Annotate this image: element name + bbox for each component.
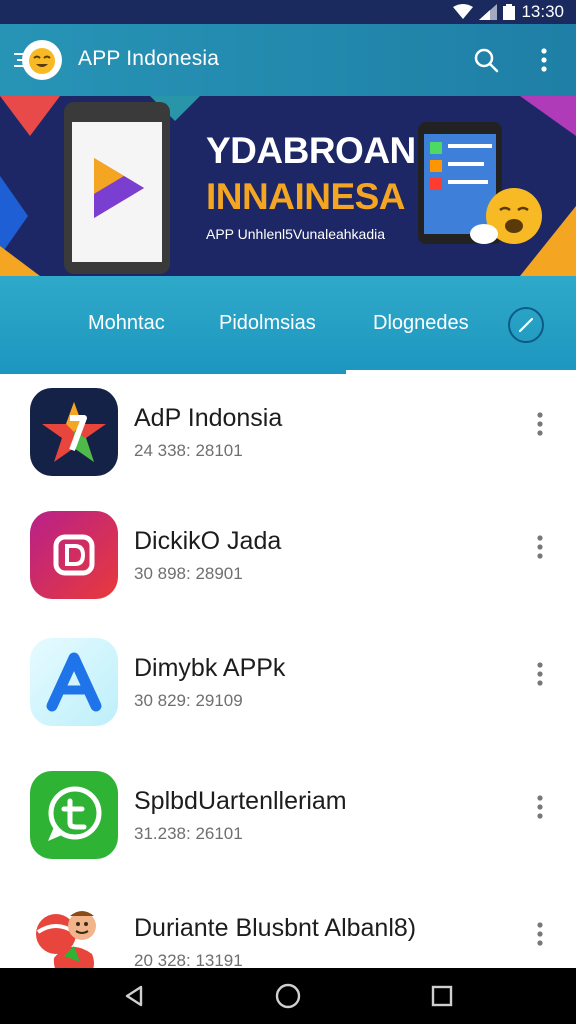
app-icon [30, 638, 118, 726]
list-item[interactable]: Dimybk APPk 30 829: 29109 [0, 624, 576, 748]
app-meta: 31.238: 26101 [134, 824, 243, 843]
tab-pidolmsias[interactable]: Pidolmsias [219, 312, 316, 335]
more-vertical-icon [537, 535, 543, 559]
back-button[interactable] [120, 982, 148, 1010]
more-vertical-icon [537, 922, 543, 946]
app-meta: 24 338: 28101 [134, 441, 243, 460]
overflow-menu-button[interactable] [530, 42, 558, 78]
chat-bubble-icon [48, 786, 102, 841]
list-item[interactable]: SplbdUartenlleriam 31.238: 26101 [0, 757, 576, 881]
signal-icon [479, 4, 498, 20]
list-item[interactable]: Duriante Blusbnt Albanl8) 20 328: 13191 [0, 884, 576, 968]
phone-illustration [64, 102, 170, 274]
app-list: AdP Indonsia 24 338: 28101 DickikO Jada … [0, 374, 576, 968]
tab-mohntac[interactable]: Mohntac [88, 312, 165, 335]
more-vertical-icon [537, 795, 543, 819]
recents-button[interactable] [428, 982, 456, 1010]
item-overflow-button[interactable] [526, 408, 554, 440]
back-triangle-icon [125, 985, 143, 1007]
app-meta: 30 898: 28901 [134, 564, 243, 583]
app-icon [30, 771, 118, 859]
home-button[interactable] [274, 982, 302, 1010]
recents-square-icon [431, 985, 453, 1007]
star-logo-icon [42, 402, 106, 462]
item-overflow-button[interactable] [526, 791, 554, 823]
item-overflow-button[interactable] [526, 531, 554, 563]
banner-title: YDABROAN [206, 130, 416, 171]
a-letter-icon [46, 652, 102, 712]
list-item[interactable]: AdP Indonsia 24 338: 28101 [0, 374, 576, 498]
battery-icon [503, 4, 516, 20]
pencil-icon [518, 317, 534, 333]
item-overflow-button[interactable] [526, 658, 554, 690]
app-title: APP Indonesia [78, 47, 220, 70]
app-meta: 20 328: 13191 [134, 951, 243, 968]
item-overflow-button[interactable] [526, 918, 554, 950]
app-name: DickikO Jada [134, 527, 282, 555]
wifi-icon [453, 4, 474, 19]
status-bar: 13:30 [0, 0, 576, 24]
edit-button[interactable] [508, 307, 544, 343]
emoji-illustration [470, 188, 542, 244]
search-button[interactable] [468, 42, 504, 78]
category-tabs: Mohntac Pidolmsias Dlognedes [0, 276, 576, 374]
more-vertical-icon [537, 412, 543, 436]
tab-dlognedes[interactable]: Dlognedes [373, 312, 469, 335]
emoji-face-icon [29, 48, 55, 74]
app-bar: APP Indonesia [0, 24, 576, 96]
banner-caption: APP Unhlenl5Vunaleahkadia [206, 226, 386, 242]
status-time: 13:30 [521, 2, 564, 21]
app-icon [30, 898, 118, 968]
app-meta: 30 829: 29109 [134, 691, 243, 710]
app-logo [22, 40, 62, 80]
more-vertical-icon [541, 48, 547, 72]
home-circle-icon [275, 983, 301, 1009]
status-icons: 13:30 [453, 0, 564, 24]
app-name: Duriante Blusbnt Albanl8) [134, 914, 417, 942]
app-icon [30, 388, 118, 476]
system-navigation-bar [0, 968, 576, 1024]
app-name: AdP Indonsia [134, 404, 283, 432]
promo-banner[interactable]: YDABROAN INNAINESA APP Unhlenl5Vunaleahk… [0, 96, 576, 276]
search-icon [474, 48, 499, 73]
list-item[interactable]: DickikO Jada 30 898: 28901 [0, 497, 576, 621]
banner-subtitle: INNAINESA [206, 176, 406, 217]
cartoon-character-icon [36, 911, 96, 968]
app-name: Dimybk APPk [134, 654, 286, 682]
app-name: SplbdUartenlleriam [134, 787, 347, 815]
d-letter-icon [53, 534, 95, 576]
app-icon [30, 511, 118, 599]
more-vertical-icon [537, 662, 543, 686]
